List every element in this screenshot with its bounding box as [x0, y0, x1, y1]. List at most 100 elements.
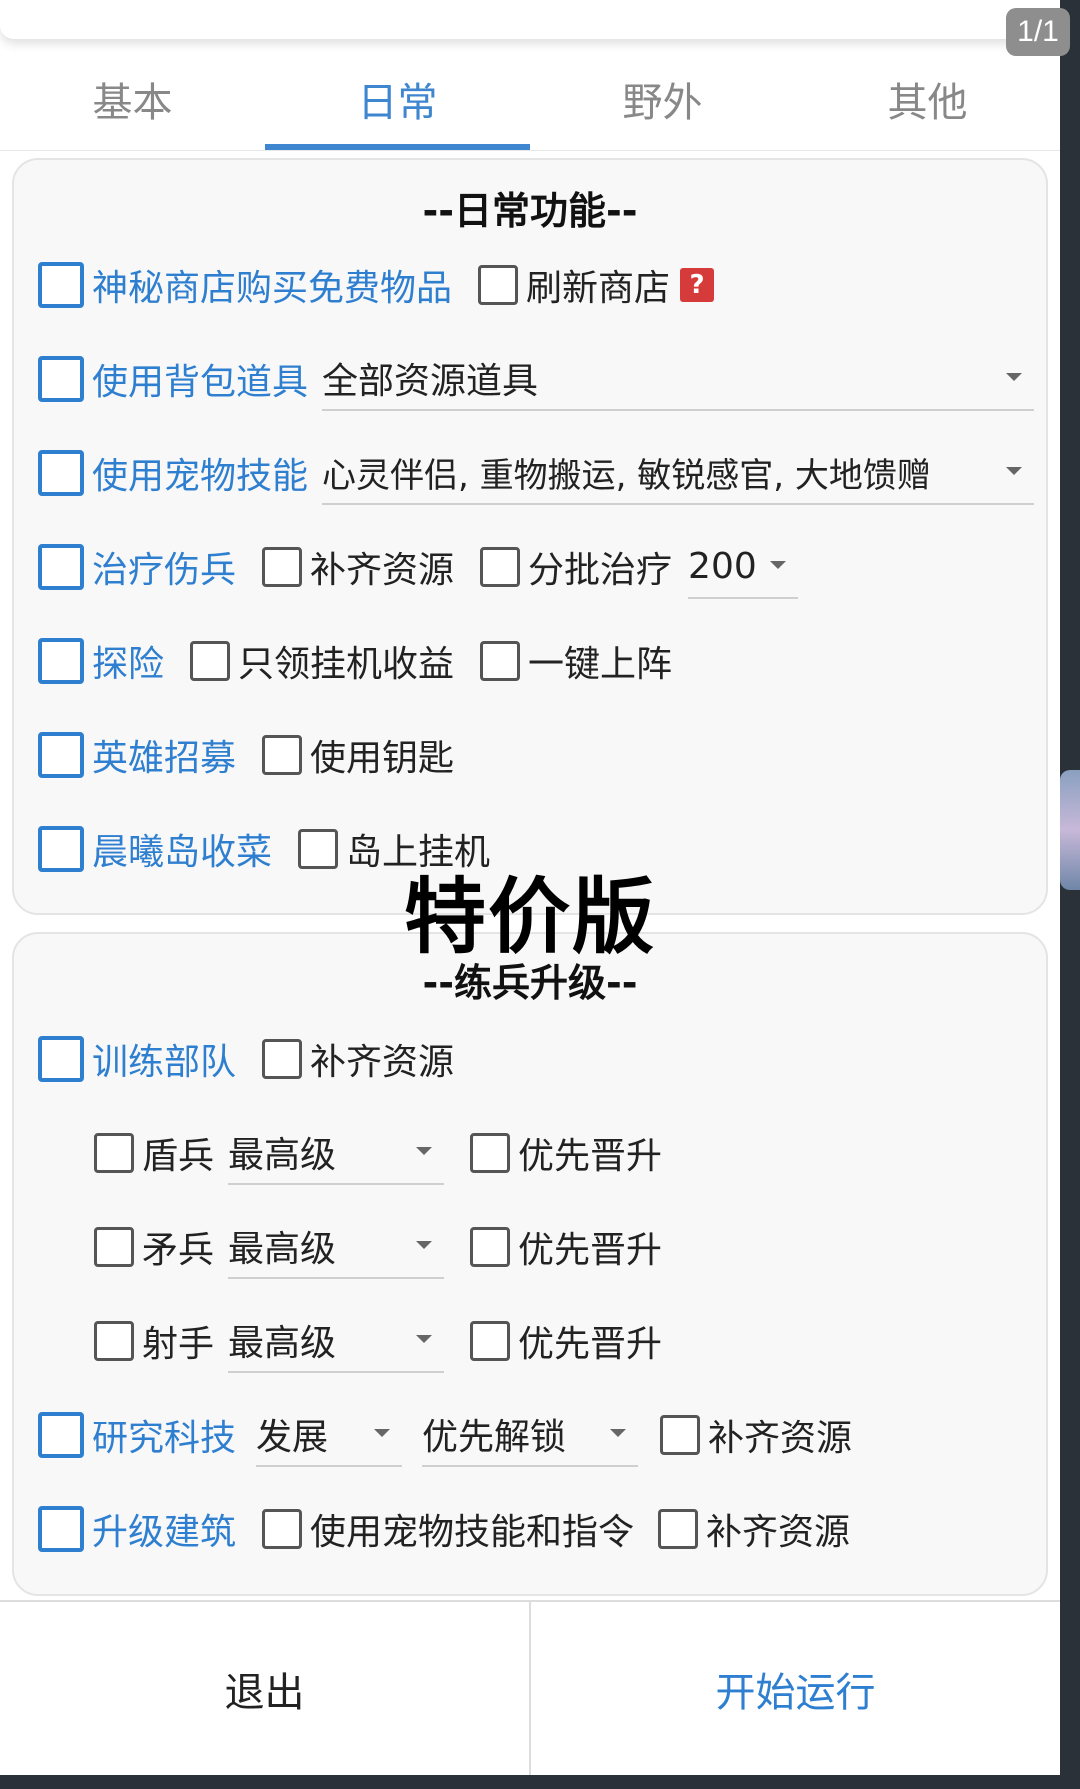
promote-label: 优先晋升	[518, 1230, 663, 1271]
chevron-down-icon	[1006, 467, 1023, 475]
use-pet-skills-checkbox[interactable]	[38, 450, 84, 496]
tab-other[interactable]: 其他	[795, 60, 1060, 150]
use-bag-items-checkbox[interactable]	[38, 356, 84, 402]
tab-field[interactable]: 野外	[530, 60, 795, 150]
use-key-checkbox[interactable]	[262, 735, 303, 775]
research-priority-value: 优先解锁	[422, 1417, 567, 1458]
research-category-select[interactable]: 发展	[256, 1403, 403, 1467]
unit-level-select[interactable]: 最高级	[228, 1121, 445, 1185]
pet-commands-checkbox[interactable]	[262, 1509, 303, 1549]
batch-heal-value: 200	[688, 545, 757, 587]
research-category-value: 发展	[256, 1417, 329, 1458]
train-refill-checkbox[interactable]	[262, 1039, 303, 1079]
heal-refill-label: 补齐资源	[310, 550, 455, 591]
heal-checkbox[interactable]	[38, 544, 84, 590]
use-key-label: 使用钥匙	[310, 738, 455, 779]
hero-recruit-row: 英雄招募 使用钥匙	[14, 720, 1046, 790]
idle-rewards-checkbox[interactable]	[190, 641, 231, 681]
pet-commands-label: 使用宠物技能和指令	[310, 1512, 635, 1553]
use-pet-skills-label: 使用宠物技能	[92, 456, 309, 497]
upgrade-refill-label: 补齐资源	[706, 1512, 851, 1553]
research-checkbox[interactable]	[38, 1412, 84, 1458]
heal-refill-checkbox[interactable]	[262, 547, 303, 587]
upgrade-buildings-label: 升级建筑	[92, 1512, 237, 1553]
train-troops-row: 训练部队 补齐资源	[14, 1024, 1046, 1094]
hero-recruit-checkbox[interactable]	[38, 732, 84, 778]
unit-checkbox[interactable]	[94, 1321, 134, 1361]
heal-row: 治疗伤兵 补齐资源 分批治疗 200	[14, 532, 1046, 602]
unit-row: 盾兵 最高级 优先晋升	[14, 1118, 1046, 1188]
train-troops-label: 训练部队	[92, 1042, 237, 1083]
research-row: 研究科技 发展 优先解锁 补齐资源	[14, 1400, 1046, 1470]
chevron-down-icon	[610, 1429, 627, 1437]
one-click-deploy-checkbox[interactable]	[480, 641, 521, 681]
daily-panel: --日常功能-- 神秘商店购买免费物品 刷新商店 ? 使用背包道具 全部资源道具…	[12, 158, 1048, 915]
unit-row: 射手 最高级 优先晋升	[14, 1306, 1046, 1376]
bag-items-select-value: 全部资源道具	[322, 361, 539, 402]
refresh-shop-label: 刷新商店	[526, 268, 671, 309]
unit-level-value: 最高级	[228, 1229, 337, 1270]
footer-bar: 退出 开始运行	[0, 1600, 1060, 1775]
research-label: 研究科技	[92, 1418, 237, 1459]
bag-items-select[interactable]: 全部资源道具	[322, 347, 1035, 411]
help-icon[interactable]: ?	[680, 268, 715, 302]
use-bag-items-row: 使用背包道具 全部资源道具	[14, 344, 1046, 414]
unit-row: 矛兵 最高级 优先晋升	[14, 1212, 1046, 1282]
explore-row: 探险 只领挂机收益 一键上阵	[14, 626, 1046, 696]
training-panel: --练兵升级-- 训练部队 补齐资源 盾兵 最高级 优先晋升 矛兵 最高级 优先…	[12, 932, 1048, 1596]
upgrade-buildings-checkbox[interactable]	[38, 1506, 84, 1552]
batch-heal-label: 分批治疗	[528, 550, 673, 591]
idle-rewards-label: 只领挂机收益	[238, 644, 455, 685]
promote-label: 优先晋升	[518, 1324, 663, 1365]
top-bar	[0, 0, 1060, 40]
train-refill-label: 补齐资源	[310, 1042, 455, 1083]
daily-panel-title: --日常功能--	[422, 189, 638, 233]
start-button[interactable]: 开始运行	[531, 1602, 1060, 1775]
research-priority-select[interactable]: 优先解锁	[422, 1403, 639, 1467]
train-troops-checkbox[interactable]	[38, 1036, 84, 1082]
mystery-shop-checkbox[interactable]	[38, 262, 84, 308]
pet-skills-select-value: 心灵伴侣, 重物搬运, 敏锐感官, 大地馈赠	[322, 455, 931, 496]
chevron-down-icon	[416, 1241, 433, 1249]
unit-level-select[interactable]: 最高级	[228, 1309, 445, 1373]
unit-name: 射手	[142, 1324, 215, 1365]
research-refill-checkbox[interactable]	[660, 1415, 701, 1455]
tab-daily[interactable]: 日常	[265, 60, 530, 150]
unit-name: 矛兵	[142, 1230, 215, 1271]
tab-basic[interactable]: 基本	[0, 60, 265, 150]
hero-recruit-label: 英雄招募	[92, 738, 237, 779]
promote-checkbox[interactable]	[470, 1321, 511, 1361]
unit-level-value: 最高级	[228, 1135, 337, 1176]
refresh-shop-checkbox[interactable]	[478, 265, 519, 305]
mystery-shop-row: 神秘商店购买免费物品 刷新商店 ?	[14, 250, 1046, 320]
tab-divider	[0, 150, 1060, 151]
one-click-deploy-label: 一键上阵	[528, 644, 673, 685]
upgrade-buildings-row: 升级建筑 使用宠物技能和指令 补齐资源	[14, 1494, 1046, 1564]
watermark-text: 特价版	[403, 870, 656, 965]
page-indicator: 1/1	[1006, 8, 1070, 56]
mystery-shop-label: 神秘商店购买免费物品	[92, 268, 453, 309]
tab-bar: 基本 日常 野外 其他	[0, 60, 1060, 150]
settings-dialog: 基本 日常 野外 其他 --日常功能-- 神秘商店购买免费物品 刷新商店 ? 使…	[0, 0, 1060, 1775]
explore-label: 探险	[92, 644, 165, 685]
promote-checkbox[interactable]	[470, 1133, 511, 1173]
exit-button[interactable]: 退出	[0, 1602, 531, 1775]
batch-heal-select[interactable]: 200	[688, 535, 799, 599]
unit-checkbox[interactable]	[94, 1133, 134, 1173]
upgrade-refill-checkbox[interactable]	[658, 1509, 699, 1549]
batch-heal-checkbox[interactable]	[480, 547, 521, 587]
pet-skills-select[interactable]: 心灵伴侣, 重物搬运, 敏锐感官, 大地馈赠	[322, 441, 1035, 505]
use-bag-items-label: 使用背包道具	[92, 362, 309, 403]
chevron-down-icon	[770, 561, 787, 569]
chevron-down-icon	[416, 1147, 433, 1155]
unit-level-select[interactable]: 最高级	[228, 1215, 445, 1279]
use-pet-skills-row: 使用宠物技能 心灵伴侣, 重物搬运, 敏锐感官, 大地馈赠	[14, 438, 1046, 508]
chevron-down-icon	[416, 1335, 433, 1343]
chevron-down-icon	[374, 1429, 391, 1437]
promote-checkbox[interactable]	[470, 1227, 511, 1267]
chevron-down-icon	[1006, 373, 1023, 381]
research-refill-label: 补齐资源	[708, 1418, 853, 1459]
background-game-art	[1060, 770, 1080, 890]
explore-checkbox[interactable]	[38, 638, 84, 684]
unit-checkbox[interactable]	[94, 1227, 134, 1267]
